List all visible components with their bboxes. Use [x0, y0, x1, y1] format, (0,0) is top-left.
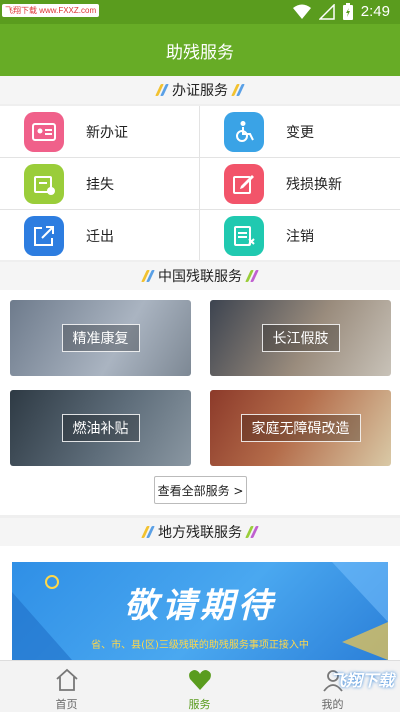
- section-header-certificate: 办证服务: [0, 76, 400, 104]
- tab-label: 我的: [321, 698, 344, 711]
- local-services-panel: 敬请期待 省、市、县(区)三级残联的助残服务事项正接入中: [0, 546, 400, 660]
- item-label: 迁出: [86, 229, 114, 245]
- card-caption: 燃油补贴: [61, 414, 140, 442]
- tab-label: 首页: [55, 698, 78, 711]
- cancel-document-icon: [224, 216, 264, 256]
- card-caption: 长江假肢: [261, 324, 340, 352]
- tabbar-watermark: 飞翔下载: [329, 671, 394, 690]
- cancel-item[interactable]: 注销: [200, 210, 399, 261]
- battery-icon: [342, 3, 353, 20]
- register-icon: [24, 164, 64, 204]
- report-loss-item[interactable]: 挂失: [0, 158, 199, 209]
- slash-decoration-icon: [245, 270, 259, 282]
- section-header-local: 地方残联服务: [0, 518, 400, 546]
- item-label: 新办证: [86, 125, 128, 141]
- item-label: 挂失: [86, 177, 114, 193]
- tab-services[interactable]: 服务: [133, 661, 266, 712]
- new-certificate-item[interactable]: 新办证: [0, 106, 199, 157]
- wheelchair-icon: [224, 112, 264, 152]
- move-out-item[interactable]: 迁出: [0, 210, 199, 261]
- replace-damaged-item[interactable]: 残损换新: [200, 158, 399, 209]
- item-label: 残损换新: [286, 177, 342, 193]
- card-caption: 家庭无障碍改造: [240, 414, 361, 442]
- service-card-rehab[interactable]: 精准康复: [10, 300, 191, 376]
- slash-decoration-icon: [245, 526, 259, 538]
- view-all-services-button[interactable]: 查看全部服务 >: [154, 476, 247, 504]
- banner-subtitle: 省、市、县(区)三级残联的助残服务事项正接入中: [91, 640, 309, 651]
- slash-decoration-icon: [155, 84, 169, 96]
- grid-divider: [199, 106, 200, 260]
- wifi-icon: [292, 4, 311, 19]
- certificate-service-grid: 新办证 变更 挂失 残损换新 迁出 注销: [0, 106, 400, 260]
- service-card-fuel[interactable]: 燃油补贴: [10, 390, 191, 466]
- status-time: 2:49: [360, 3, 390, 20]
- card-caption: 精准康复: [61, 324, 140, 352]
- grid-divider: [0, 157, 400, 158]
- status-bar: 飞翔下载 www.FXXZ.com 2:49: [0, 0, 400, 24]
- section-title: 地方残联服务: [158, 525, 242, 541]
- watermark: 飞翔下载 www.FXXZ.com: [2, 4, 100, 17]
- coming-soon-banner[interactable]: 敬请期待 省、市、县(区)三级残联的助残服务事项正接入中: [12, 562, 388, 660]
- banner-title: 敬请期待: [124, 586, 276, 626]
- tab-home[interactable]: 首页: [0, 661, 133, 712]
- page-title: 助残服务: [166, 42, 234, 63]
- section-title: 中国残联服务: [158, 269, 242, 285]
- edit-icon: [224, 164, 264, 204]
- item-label: 变更: [286, 125, 314, 141]
- slash-decoration-icon: [141, 270, 155, 282]
- home-icon: [55, 668, 78, 691]
- app-header: 助残服务: [0, 24, 400, 76]
- grid-divider: [0, 209, 400, 210]
- bottom-tab-bar: 首页 服务 我的 飞翔下载: [0, 660, 400, 712]
- tab-label: 服务: [188, 698, 211, 711]
- service-card-barrier-free[interactable]: 家庭无障碍改造: [210, 390, 391, 466]
- signal-icon: [318, 3, 335, 20]
- export-icon: [24, 216, 64, 256]
- section-header-china: 中国残联服务: [0, 262, 400, 290]
- id-card-icon: [24, 112, 64, 152]
- change-item[interactable]: 变更: [200, 106, 399, 157]
- item-label: 注销: [286, 229, 314, 245]
- slash-decoration-icon: [231, 84, 245, 96]
- service-card-prosthetics[interactable]: 长江假肢: [210, 300, 391, 376]
- section-title: 办证服务: [172, 83, 228, 99]
- heart-icon: [188, 670, 211, 690]
- slash-decoration-icon: [141, 526, 155, 538]
